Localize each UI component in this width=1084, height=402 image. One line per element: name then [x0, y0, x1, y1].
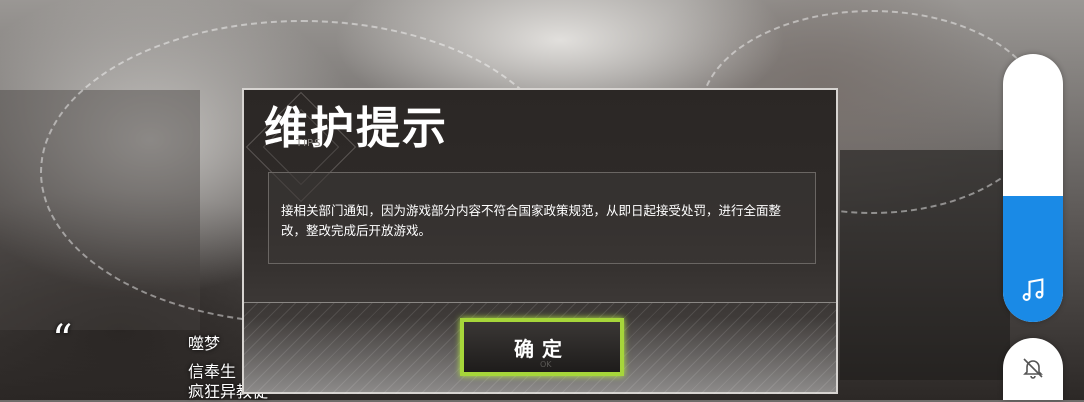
- background-quote-mark: “: [52, 317, 73, 363]
- music-note-icon: [1022, 278, 1044, 301]
- mute-button[interactable]: [1003, 338, 1063, 400]
- confirm-button-label: 确定: [514, 336, 570, 361]
- confirm-button[interactable]: 确定 OK: [460, 318, 624, 376]
- background-name-fragment: 噬梦: [188, 334, 221, 353]
- dialog-subtitle: TIPS: [296, 138, 322, 149]
- maintenance-message: 接相关部门通知，因为游戏部分内容不符合国家政策规范，从即日起接受处罚，进行全面整…: [281, 203, 782, 238]
- dialog-title: 维护提示: [264, 103, 448, 154]
- bell-off-icon: [1023, 358, 1043, 379]
- maintenance-dialog: 维护提示 TIPS 接相关部门通知，因为游戏部分内容不符合国家政策规范，从即日起…: [242, 88, 838, 394]
- message-box: 接相关部门通知，因为游戏部分内容不符合国家政策规范，从即日起接受处罚，进行全面整…: [268, 172, 816, 264]
- confirm-button-sublabel: OK: [540, 360, 552, 369]
- volume-slider[interactable]: [1003, 54, 1063, 322]
